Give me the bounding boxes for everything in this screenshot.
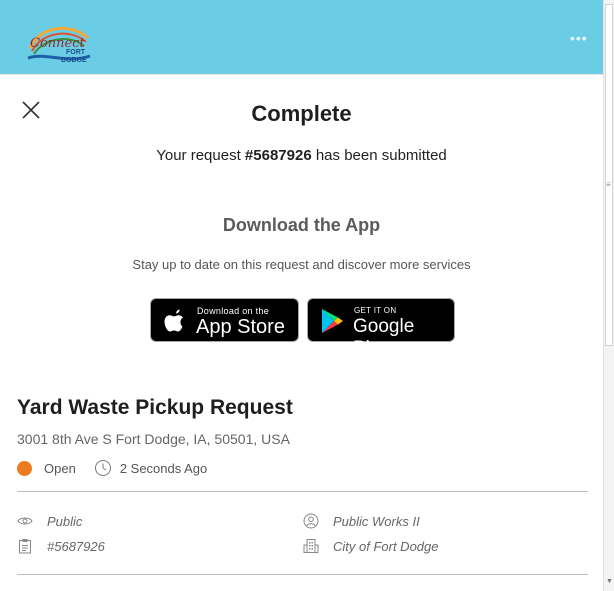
google-play-small-label: GET IT ON [354,306,397,315]
submission-suffix: has been submitted [311,147,447,164]
clipboard-icon [19,539,31,554]
building-icon [303,539,319,553]
download-title: Download the App [222,215,381,235]
clock-icon [94,460,111,476]
svg-text:DODGE: DODGE [61,57,87,64]
request-number: #5687926 [244,147,312,164]
visibility-label: Public [47,513,83,529]
meta-request-number: #5687926 [17,538,105,554]
request-title: Yard Waste Pickup Request [17,396,293,419]
google-play-button[interactable]: GET IT ON Google Play [307,298,455,359]
divider [17,491,588,492]
download-subtitle: Stay up to date on this request and disc… [132,257,471,272]
app-store-small-label: Download on the [197,306,270,316]
scrollbar-thumb[interactable] [605,4,613,346]
meta-department: Public Works II [303,513,420,529]
status-row: Open 2 Seconds Ago [17,458,207,478]
more-dots-icon[interactable]: ••• [570,31,588,45]
connect-fort-dodge-logo[interactable]: Connect FORT DODGE [26,18,92,66]
google-play-label: Google Play [353,316,415,359]
apple-icon [164,309,183,332]
status-dot-icon [17,460,32,476]
scrollbar-grip-icon: ≡ [606,180,611,189]
eye-icon [17,517,33,525]
dialog-title: Complete [251,101,352,126]
svg-text:FORT: FORT [66,49,86,56]
request-address: 3001 8th Ave S Fort Dodge, IA, 50501, US… [17,431,290,447]
meta-organization: City of Fort Dodge [303,538,439,554]
status-label: Open [44,460,76,476]
vertical-scrollbar[interactable]: ≡ ▼ [603,0,614,591]
request-number-label: #5687926 [47,538,105,554]
scroll-down-arrow-icon[interactable]: ▼ [606,578,613,585]
divider [17,574,588,575]
submission-message: Your request #5687926 has been submitted [0,147,603,164]
app-header: Connect FORT DODGE ••• [0,0,603,75]
meta-visibility: Public [17,513,82,529]
submission-prefix: Your request [156,147,245,164]
user-circle-icon [303,513,319,529]
app-store-label: App Store [196,316,285,338]
google-play-icon [322,309,343,333]
app-store-button[interactable]: Download on the App Store [150,298,299,342]
time-label: 2 Seconds Ago [119,460,208,476]
department-label: Public Works II [333,513,420,529]
organization-label: City of Fort Dodge [333,538,439,554]
